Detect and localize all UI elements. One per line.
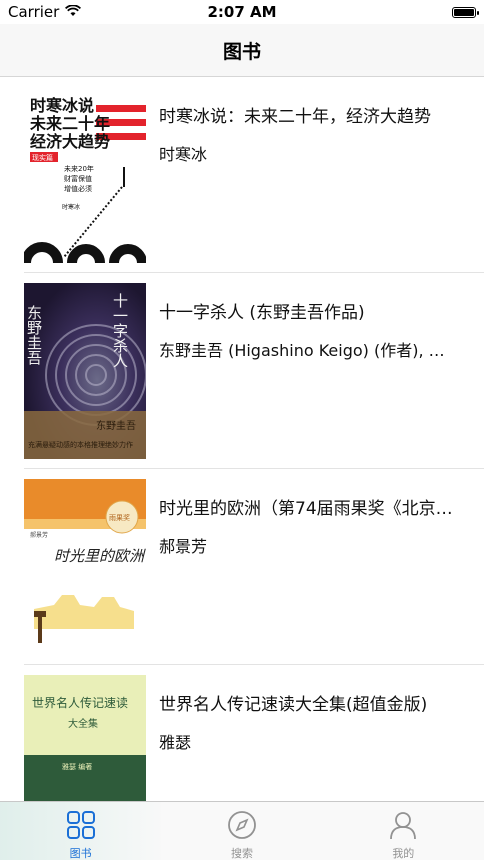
tab-label: 搜索 (231, 845, 253, 861)
tab-label: 图书 (70, 845, 92, 861)
cover-by: 雅瑟 编著 (62, 762, 92, 771)
cover-line-1: 时寒冰说 (30, 96, 94, 115)
book-title: 时光里的欧洲（第74届雨果奖《北京折叠》作者郝景芳随笔） (159, 494, 459, 519)
tab-books[interactable]: 图书 (0, 802, 161, 860)
book-title: 时寒冰说：未来二十年，经济大趋势 (159, 102, 459, 127)
cover-line-3: 经济大趋势 (30, 132, 110, 151)
book-row[interactable]: 世界名人传记速读 大全集 雅瑟 编著 世界名人传记速读大全集(超值金版) 雅瑟 (24, 665, 484, 802)
compass-icon (227, 810, 257, 843)
book-cover: 时寒冰说 未来二十年 经济大趋势 现实篇 未来20年 财富保值 增值必须 时寒冰 (24, 87, 146, 263)
cover-sub-2: 财富保值 (64, 174, 92, 183)
navigation-bar: 图书 (0, 24, 484, 77)
cover-title-vertical: 十一字杀人 (111, 293, 129, 368)
carrier-label: Carrier (8, 3, 59, 21)
book-author: 东野圭吾 (Higashino Keigo) (作者), 叶荣鼎 (译者) (159, 337, 459, 361)
cover-side: 郝景芳 (30, 531, 48, 539)
cover-subtitle: 大全集 (68, 717, 98, 730)
grid-icon (66, 810, 96, 843)
book-author: 时寒冰 (159, 141, 459, 165)
book-cover: 世界名人传记速读 大全集 雅瑟 编著 (24, 675, 146, 802)
book-title: 世界名人传记速读大全集(超值金版) (159, 690, 459, 715)
cover-badge: 雨果奖 (109, 513, 130, 522)
wifi-icon (65, 3, 81, 21)
cover-author-vertical: 东野圭吾 (25, 305, 43, 365)
cover-tag: 现实篇 (32, 153, 53, 162)
status-bar: Carrier 2:07 AM (0, 0, 484, 24)
cover-blurb: 充满悬疑动感的本格推理绝妙力作 (28, 440, 133, 449)
cover-line-2: 未来二十年 (29, 114, 110, 133)
book-row[interactable]: 时寒冰说 未来二十年 经济大趋势 现实篇 未来20年 财富保值 增值必须 时寒冰… (24, 77, 484, 273)
battery-icon (452, 7, 476, 18)
cover-sub-3: 增值必须 (64, 184, 92, 193)
cover-calligraphy: 时光里的欧洲 (54, 547, 146, 565)
person-icon (388, 810, 418, 843)
page-title: 图书 (223, 37, 261, 64)
book-row[interactable]: 雨果奖 郝景芳 时光里的欧洲 时光里的欧洲（第74届雨果奖《北京折叠》作者郝景芳… (24, 469, 484, 665)
cover-author: 时寒冰 (62, 203, 80, 211)
book-author: 雅瑟 (159, 729, 459, 753)
tab-me[interactable]: 我的 (323, 802, 484, 860)
book-row[interactable]: 东野圭吾 十一字杀人 东野圭吾 充满悬疑动感的本格推理绝妙力作 十一字杀人 (东… (24, 273, 484, 469)
book-author: 郝景芳 (159, 533, 459, 557)
book-title: 十一字杀人 (东野圭吾作品) (159, 298, 459, 323)
tab-label: 我的 (392, 845, 414, 861)
cover-bottom-author: 东野圭吾 (96, 419, 136, 432)
book-cover: 雨果奖 郝景芳 时光里的欧洲 (24, 479, 146, 655)
book-cover: 东野圭吾 十一字杀人 东野圭吾 充满悬疑动感的本格推理绝妙力作 (24, 283, 146, 459)
book-list[interactable]: 时寒冰说 未来二十年 经济大趋势 现实篇 未来20年 财富保值 增值必须 时寒冰… (0, 77, 484, 802)
tab-bar: 图书 搜索 我的 (0, 801, 484, 860)
tab-search[interactable]: 搜索 (161, 802, 322, 860)
cover-sub-1: 未来20年 (64, 164, 94, 173)
cover-title: 世界名人传记速读 (32, 695, 128, 710)
